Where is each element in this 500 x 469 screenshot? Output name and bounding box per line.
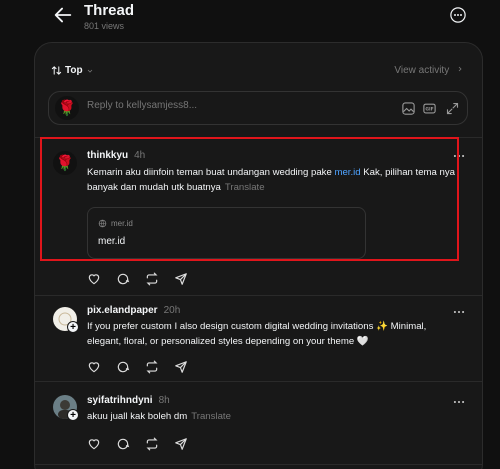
divider	[35, 464, 482, 465]
post-time: 8h	[158, 395, 170, 406]
view-activity-link[interactable]: View activity	[394, 65, 464, 76]
divider	[35, 295, 482, 296]
card-title: mer.id	[98, 236, 126, 247]
username[interactable]: pix.elandpaper	[87, 305, 158, 316]
repost-icon[interactable]	[145, 360, 159, 374]
rose-avatar: 🌹	[55, 96, 79, 120]
post-text: akuu juall kak boleh dm Translate	[87, 409, 457, 424]
post-actions	[87, 272, 188, 286]
divider	[35, 381, 482, 382]
rose-avatar[interactable]: 🌹	[53, 151, 77, 175]
comment-username[interactable]: thinkkyu 4h	[87, 150, 145, 161]
card-domain: mer.id	[98, 219, 133, 228]
post-actions	[87, 360, 188, 374]
sort-label: Top	[65, 65, 83, 76]
share-icon[interactable]	[174, 272, 188, 286]
comment-icon[interactable]	[116, 272, 130, 286]
sort-dropdown[interactable]: Top	[51, 65, 94, 76]
username[interactable]: thinkkyu	[87, 150, 128, 161]
post-time: 4h	[134, 150, 146, 161]
heart-icon[interactable]	[87, 437, 101, 451]
post-text: If you prefer custom I also design custo…	[87, 321, 427, 347]
comment-username[interactable]: pix.elandpaper 20h	[87, 305, 180, 316]
translate-link[interactable]: Translate	[191, 411, 231, 422]
more-options-icon[interactable]	[449, 6, 467, 24]
mer-id-link[interactable]: mer.id	[334, 167, 360, 178]
chevron-right-icon	[458, 66, 462, 72]
post-time: 20h	[163, 305, 181, 316]
top-bar: Thread 801 views	[0, 0, 500, 40]
expand-icon[interactable]	[445, 101, 460, 116]
share-icon[interactable]	[174, 437, 188, 451]
reply-box: 🌹 GIF	[48, 91, 468, 125]
post-actions	[87, 437, 188, 451]
gif-icon[interactable]: GIF	[422, 101, 437, 116]
username[interactable]: syifatrihndyni	[87, 395, 153, 406]
comment-icon[interactable]	[116, 437, 130, 451]
thread-panel: Top View activity 🌹 GIF 🌹	[34, 42, 483, 469]
reply-input[interactable]	[87, 100, 347, 111]
follow-plus-icon[interactable]: +	[67, 321, 79, 333]
translate-link[interactable]: Translate	[225, 182, 265, 193]
chevron-down-icon	[87, 69, 92, 73]
repost-icon[interactable]	[145, 272, 159, 286]
comment-username[interactable]: syifatrihndyni 8h	[87, 395, 170, 406]
post-text-content: akuu juall kak boleh dm	[87, 411, 188, 422]
more-options-icon[interactable]	[452, 307, 466, 317]
share-icon[interactable]	[174, 360, 188, 374]
more-options-icon[interactable]	[452, 151, 466, 161]
divider	[35, 137, 482, 138]
sort-bar: Top View activity	[35, 43, 482, 87]
image-icon[interactable]	[401, 101, 416, 116]
sort-arrows-icon	[51, 66, 62, 75]
globe-icon	[98, 219, 107, 228]
page-title: Thread	[84, 2, 135, 19]
heart-icon[interactable]	[87, 272, 101, 286]
view-activity-label: View activity	[394, 65, 450, 76]
back-arrow-icon[interactable]	[52, 4, 74, 26]
post-text: Kemarin aku diinfoin teman buat undangan…	[87, 165, 457, 195]
link-preview-card[interactable]: mer.id mer.id	[87, 207, 366, 259]
post-text-start: Kemarin aku diinfoin teman buat undangan…	[87, 167, 335, 178]
more-options-icon[interactable]	[452, 397, 466, 407]
repost-icon[interactable]	[145, 437, 159, 451]
comment-icon[interactable]	[116, 360, 130, 374]
svg-text:GIF: GIF	[425, 106, 433, 112]
follow-plus-icon[interactable]: +	[67, 409, 79, 421]
view-count: 801 views	[84, 21, 125, 31]
card-domain-text: mer.id	[111, 219, 133, 228]
heart-icon[interactable]	[87, 360, 101, 374]
